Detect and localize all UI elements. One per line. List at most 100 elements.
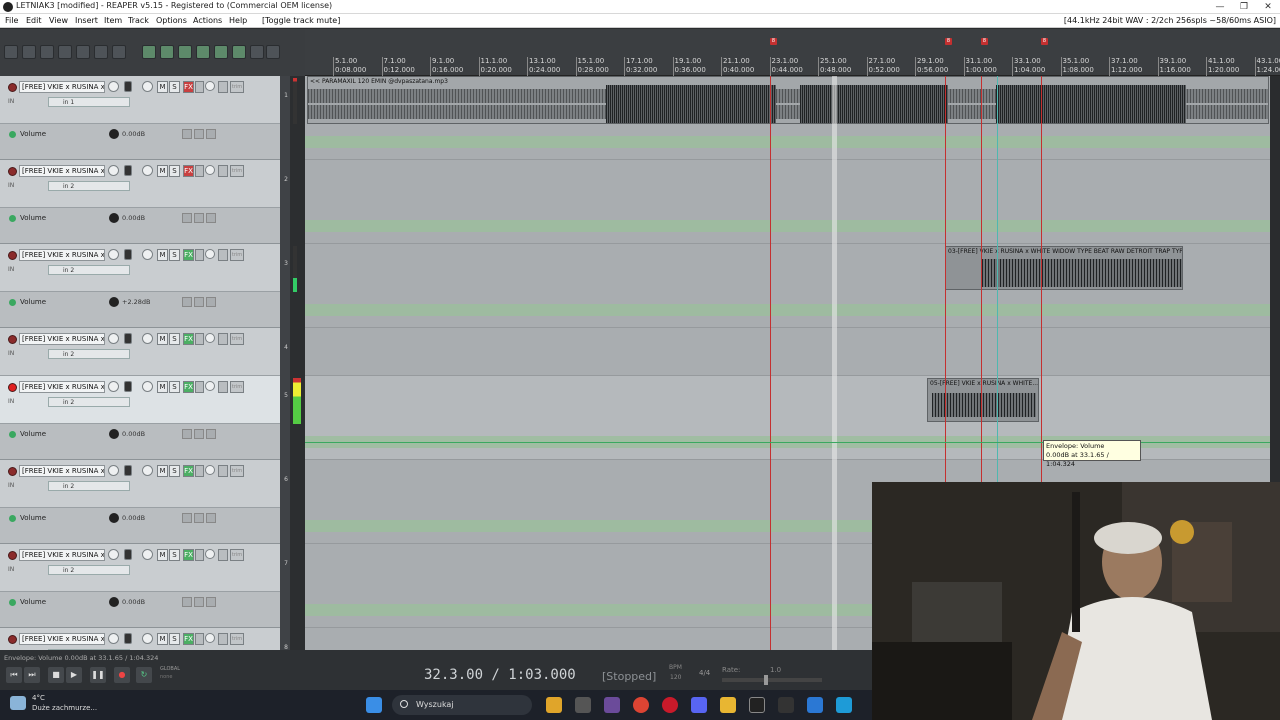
opera-app-icon[interactable] — [662, 697, 678, 713]
envelope-bypass-icon[interactable] — [194, 597, 204, 607]
envelope-value[interactable]: 0.00dB — [122, 598, 145, 606]
mute-button[interactable]: M — [157, 633, 168, 645]
track-header[interactable]: [FREE] VKIE x RUSINA x V M S FX trim IN in 2 2 — [0, 160, 288, 208]
fx-button[interactable]: FX — [183, 165, 194, 177]
menu-edit[interactable]: Edit — [26, 16, 42, 25]
menu-help[interactable]: Help — [229, 16, 247, 25]
edge-app-icon[interactable] — [836, 697, 852, 713]
input-monitor-label[interactable]: IN — [8, 398, 14, 405]
mute-button[interactable]: M — [157, 549, 168, 561]
phase-icon[interactable] — [205, 333, 215, 343]
fx-bypass-icon[interactable] — [195, 633, 204, 645]
fx-bypass-icon[interactable] — [195, 249, 204, 261]
envelope-hide-icon[interactable] — [206, 297, 216, 307]
record-arm-button[interactable] — [8, 467, 17, 476]
volume-knob[interactable] — [108, 165, 119, 176]
notes-app-icon[interactable] — [807, 697, 823, 713]
redo-icon[interactable] — [94, 45, 108, 59]
record-arm-button[interactable] — [8, 383, 17, 392]
chrome-app-icon[interactable] — [546, 697, 562, 713]
file-explorer-icon[interactable] — [720, 697, 736, 713]
snap-icon[interactable] — [142, 45, 156, 59]
envelope-lane-header[interactable]: Volume 0.00dB — [0, 208, 280, 244]
envelope-value-knob[interactable] — [109, 597, 119, 607]
input-monitor-label[interactable]: IN — [8, 566, 14, 573]
pan-knob[interactable] — [142, 381, 153, 392]
project-marker[interactable]: 8 — [981, 38, 988, 45]
menu-options[interactable]: Options — [156, 16, 187, 25]
envelope-arm-icon[interactable] — [182, 429, 192, 439]
track-lane[interactable] — [305, 328, 1270, 376]
trim-button[interactable]: trim — [230, 333, 244, 345]
rate-slider[interactable] — [722, 675, 822, 685]
envelope-value-knob[interactable] — [109, 513, 119, 523]
fx-bypass-icon[interactable] — [195, 549, 204, 561]
phase-icon[interactable] — [205, 381, 215, 391]
input-monitor-label[interactable]: IN — [8, 266, 14, 273]
env-icon[interactable] — [218, 381, 228, 393]
item-grouping-icon[interactable] — [178, 45, 192, 59]
marker-line[interactable] — [770, 76, 771, 650]
volume-envelope-lane[interactable] — [305, 304, 1270, 316]
volume-knob[interactable] — [108, 549, 119, 560]
solo-button[interactable]: S — [169, 165, 180, 177]
mute-button[interactable]: M — [157, 381, 168, 393]
env-icon[interactable] — [218, 81, 228, 93]
fx-button[interactable]: FX — [183, 549, 194, 561]
fx-button[interactable]: FX — [183, 249, 194, 261]
envelope-bypass-icon[interactable] — [194, 513, 204, 523]
phase-icon[interactable] — [205, 549, 215, 559]
project-marker[interactable]: 8 — [770, 38, 777, 45]
envelope-arm-icon[interactable] — [182, 213, 192, 223]
fx-bypass-icon[interactable] — [195, 165, 204, 177]
track-name[interactable]: [FREE] VKIE x RUSINA x V — [19, 381, 105, 393]
solo-button[interactable]: S — [169, 249, 180, 261]
pause-icon[interactable]: ❚❚ — [90, 667, 106, 683]
rate-value[interactable]: 1.0 — [770, 666, 781, 674]
envelope-value-knob[interactable] — [109, 213, 119, 223]
phase-icon[interactable] — [205, 165, 215, 175]
fx-bypass-icon[interactable] — [195, 333, 204, 345]
record-arm-button[interactable] — [8, 167, 17, 176]
fx-button[interactable]: FX — [183, 465, 194, 477]
trim-button[interactable]: trim — [230, 81, 244, 93]
record-arm-button[interactable] — [8, 335, 17, 344]
menu-actions[interactable]: Actions — [193, 16, 222, 25]
input-select[interactable]: in 2 — [48, 349, 130, 359]
envelope-active-icon[interactable] — [9, 215, 16, 222]
maximize-button[interactable]: ❐ — [1232, 0, 1256, 14]
input-select[interactable]: in 2 — [48, 181, 130, 191]
envelope-active-icon[interactable] — [9, 599, 16, 606]
fx-bypass-icon[interactable] — [195, 81, 204, 93]
stop-icon[interactable]: ■ — [48, 667, 64, 683]
project-marker[interactable]: 8 — [1041, 38, 1048, 45]
weather-widget[interactable]: 4°C Duże zachmurze... — [32, 693, 97, 713]
envelope-value[interactable]: +2.28dB — [122, 298, 151, 306]
input-monitor-label[interactable]: IN — [8, 350, 14, 357]
record-arm-button[interactable] — [8, 635, 17, 644]
track-name[interactable]: [FREE] VKIE x RUSINA x V — [19, 249, 105, 261]
envelope-arm-icon[interactable] — [182, 597, 192, 607]
envelope-value-knob[interactable] — [109, 129, 119, 139]
input-select[interactable]: in 2 — [48, 565, 130, 575]
track-header[interactable]: [FREE] VKIE x RUSINA x V M S FX trim IN in 2 4 — [0, 328, 288, 376]
track-name[interactable]: [FREE] VKIE x RUSINA x V — [19, 333, 105, 345]
open-project-icon[interactable] — [22, 45, 36, 59]
fx-button[interactable]: FX — [183, 333, 194, 345]
grid-icon[interactable] — [214, 45, 228, 59]
fx-bypass-icon[interactable] — [195, 465, 204, 477]
envelope-lane-header[interactable]: Volume 0.00dB — [0, 508, 280, 544]
envelope-lane-header[interactable]: Volume +2.28dB — [0, 292, 280, 328]
pan-knob[interactable] — [142, 633, 153, 644]
auto-crossfade-icon[interactable] — [232, 45, 246, 59]
mute-button[interactable]: M — [157, 333, 168, 345]
envelope-active-icon[interactable] — [9, 299, 16, 306]
solo-button[interactable]: S — [169, 633, 180, 645]
phase-icon[interactable] — [205, 465, 215, 475]
pan-knob[interactable] — [142, 165, 153, 176]
input-select[interactable]: in 1 — [48, 97, 130, 107]
envelope-active-icon[interactable] — [9, 431, 16, 438]
undo-icon[interactable] — [76, 45, 90, 59]
envelope-hide-icon[interactable] — [206, 429, 216, 439]
track-header[interactable]: [FREE] VKIE x RUSINA x VMSFXtrimINin 28 — [0, 628, 288, 650]
